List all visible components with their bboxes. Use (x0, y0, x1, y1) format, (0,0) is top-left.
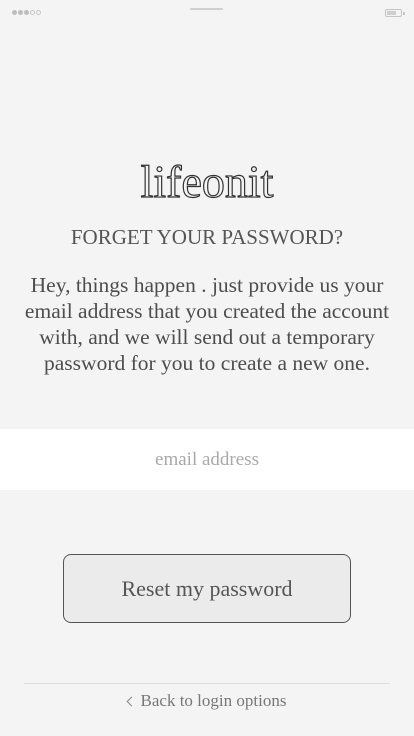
divider (24, 683, 390, 684)
email-field-container (0, 429, 414, 490)
reset-password-button[interactable]: Reset my password (63, 554, 351, 623)
instructions-text: Hey, things happen . just provide us you… (24, 273, 390, 375)
chevron-left-icon (126, 696, 136, 707)
app-logo: lifeonit (140, 155, 274, 207)
status-bar (0, 0, 414, 28)
top-handle (190, 8, 223, 10)
back-to-login-link[interactable]: Back to login options (0, 688, 414, 714)
page-title: FORGET YOUR PASSWORD? (70, 225, 344, 249)
signal-dots-icon (12, 10, 41, 15)
battery-icon (385, 9, 405, 17)
back-link-label: Back to login options (140, 691, 287, 710)
email-input[interactable] (0, 429, 414, 490)
